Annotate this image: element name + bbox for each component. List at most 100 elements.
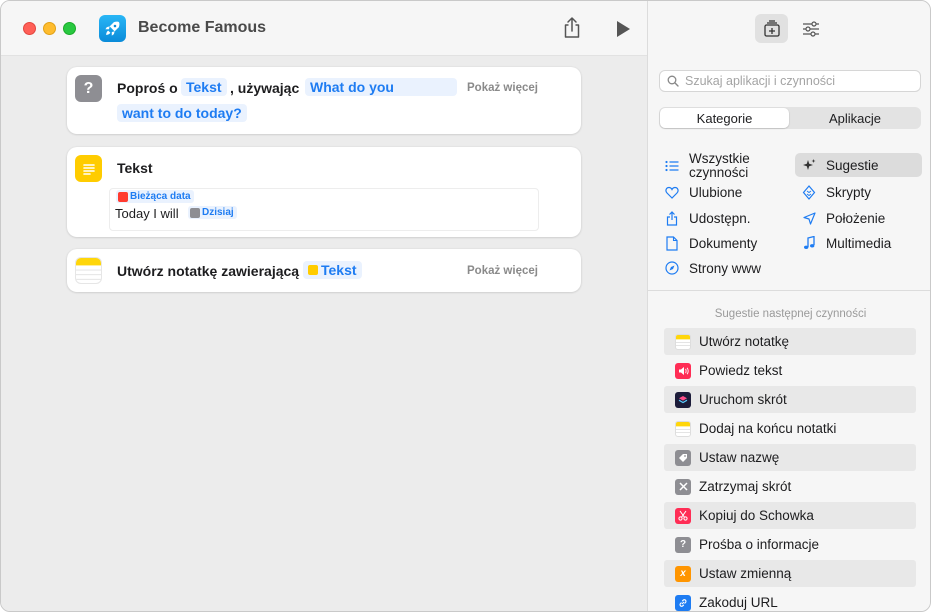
category-scripting-label: Skrypty <box>826 184 872 200</box>
link-icon <box>675 594 691 611</box>
rocket-icon <box>99 15 126 42</box>
list-icon <box>664 158 680 174</box>
suggestion-set-name[interactable]: Ustaw nazwę <box>664 444 916 471</box>
category-location[interactable]: Położenie <box>801 206 885 230</box>
tab-categories[interactable]: Kategorie <box>660 108 789 128</box>
details-settings-icon[interactable] <box>794 14 827 43</box>
question-icon: ? <box>75 75 102 102</box>
show-more-button[interactable]: Pokaż więcej <box>467 82 538 94</box>
suggestion-label: Powiedz tekst <box>699 363 783 378</box>
text-body: Today I will <box>115 206 179 221</box>
play-icon[interactable] <box>613 19 633 39</box>
suggestion-create-note[interactable]: Utwórz notatkę <box>664 328 916 355</box>
suggestion-run-shortcut[interactable]: Uruchom skrót <box>664 386 916 413</box>
window-title: Become Famous <box>138 19 267 36</box>
location-icon <box>801 210 817 226</box>
share-icon[interactable] <box>561 16 583 40</box>
ask-prompt-line2[interactable]: want to do today? <box>117 104 247 122</box>
suggestion-label: Zatrzymaj skrót <box>699 479 792 494</box>
category-media[interactable]: Multimedia <box>801 231 891 255</box>
ask-type-token[interactable]: Tekst <box>181 78 227 96</box>
action-card-create-note[interactable]: Utwórz notatkę zawierającą Tekst Pokaż w… <box>67 249 581 292</box>
ask-prefix: Poproś o <box>117 80 178 96</box>
category-documents[interactable]: Dokumenty <box>664 231 757 255</box>
shortcuts-icon <box>675 391 691 408</box>
script-icon <box>801 184 817 200</box>
notes-icon <box>675 420 691 437</box>
category-web[interactable]: Strony www <box>664 256 761 280</box>
editor-pane: Become Famous ? Poproś o Tekst , używają… <box>1 1 647 611</box>
suggestion-label: Ustaw nazwę <box>699 450 780 465</box>
notes-icon <box>75 257 102 284</box>
suggestion-url-encode[interactable]: Zakoduj URL <box>664 589 916 611</box>
show-more-button[interactable]: Pokaż więcej <box>467 265 538 277</box>
category-favorites-label: Ulubione <box>689 184 743 200</box>
text-lines-icon <box>75 155 102 182</box>
note-text-token-label: Tekst <box>321 262 357 278</box>
suggestion-stop-shortcut[interactable]: Zatrzymaj skrót <box>664 473 916 500</box>
category-media-label: Multimedia <box>826 235 892 251</box>
suggestion-set-variable[interactable]: x Ustaw zmienną <box>664 560 916 587</box>
search-field[interactable] <box>659 70 921 92</box>
speaker-icon <box>675 362 691 379</box>
category-sharing-label: Udostępn. <box>689 210 751 226</box>
current-date-token[interactable]: Bieżąca data <box>116 190 194 203</box>
suggestion-label: Kopiuj do Schowka <box>699 508 814 523</box>
tab-apps[interactable]: Aplikacje <box>790 108 920 128</box>
text-action-title: Tekst <box>117 160 153 176</box>
today-token-label: Dzisiaj <box>202 207 234 218</box>
library-toolbar <box>648 1 930 56</box>
suggestion-label: Prośba o informacje <box>699 537 820 552</box>
action-library-icon[interactable] <box>755 14 788 43</box>
category-location-label: Położenie <box>826 210 886 226</box>
divider <box>648 290 930 291</box>
today-token[interactable]: Dzisiaj <box>188 206 237 219</box>
note-prefix: Utwórz notatkę zawierającą <box>117 263 300 279</box>
sparkles-icon <box>801 157 817 173</box>
search-icon <box>667 75 679 90</box>
next-action-suggestions-header: Sugestie następnej czynności <box>714 308 867 320</box>
text-lines-icon <box>308 265 318 275</box>
zoom-window-button[interactable] <box>63 22 76 35</box>
suggestion-label: Uruchom skrót <box>699 392 787 407</box>
category-sharing[interactable]: Udostępn. <box>664 206 751 230</box>
suggestion-ask-for-input[interactable]: ? Prośba o informacje <box>664 531 916 558</box>
category-web-label: Strony www <box>689 260 762 276</box>
notes-icon <box>675 333 691 350</box>
question-icon <box>190 207 200 218</box>
category-documents-label: Dokumenty <box>689 235 758 251</box>
suggestion-label: Utwórz notatkę <box>699 334 790 349</box>
suggestion-append-note[interactable]: Dodaj na końcu notatki <box>664 415 916 442</box>
tag-icon <box>675 449 691 466</box>
minimize-window-button[interactable] <box>43 22 56 35</box>
compass-icon <box>664 260 680 276</box>
category-suggestions[interactable]: Sugestie <box>795 153 922 177</box>
category-all-actions[interactable]: Wszystkie czynności <box>664 152 773 180</box>
suggestion-label: Zakoduj URL <box>699 595 778 610</box>
scissors-icon <box>675 507 691 524</box>
search-input[interactable] <box>685 73 915 89</box>
close-window-button[interactable] <box>23 22 36 35</box>
suggestion-copy-to-clipboard[interactable]: Kopiuj do Schowka <box>664 502 916 529</box>
stop-icon <box>675 478 691 495</box>
note-text-token[interactable]: Tekst <box>303 261 362 279</box>
current-date-token-label: Bieżąca data <box>130 191 191 202</box>
heart-icon <box>664 184 680 200</box>
suggestion-speak-text[interactable]: Powiedz tekst <box>664 357 916 384</box>
ask-middle: , używając <box>230 80 300 96</box>
music-icon <box>801 235 817 251</box>
suggestion-label: Dodaj na końcu notatki <box>699 421 837 436</box>
category-scripting[interactable]: Skrypty <box>801 180 871 204</box>
category-all-actions-label: Wszystkie czynności <box>689 151 750 180</box>
category-favorites[interactable]: Ulubione <box>664 180 742 204</box>
ask-prompt-line1[interactable]: What do you <box>305 78 457 96</box>
action-card-ask-for-input[interactable]: ? Poproś o Tekst , używając What do you … <box>67 67 581 134</box>
category-suggestions-label: Sugestie <box>826 157 879 173</box>
titlebar: Become Famous <box>1 1 647 56</box>
action-card-text[interactable]: Tekst Bieżąca data Today I will Dzisiaj <box>67 147 581 237</box>
text-field[interactable]: Bieżąca data Today I will Dzisiaj <box>109 188 539 231</box>
action-library-pane: Kategorie Aplikacje Wszystkie czynności … <box>647 1 930 611</box>
variable-icon: x <box>675 565 691 582</box>
shortcuts-window: Become Famous ? Poproś o Tekst , używają… <box>0 0 931 612</box>
suggestion-label: Ustaw zmienną <box>699 566 792 581</box>
